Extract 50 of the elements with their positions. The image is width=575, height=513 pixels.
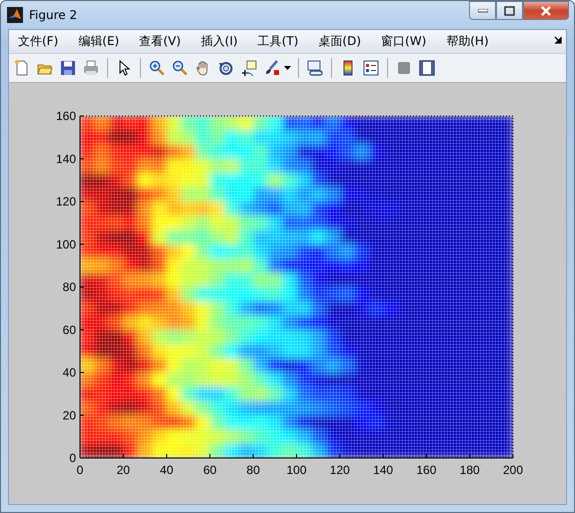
y-tick-label: 40 xyxy=(62,366,76,380)
x-tick-label: 40 xyxy=(160,463,174,477)
dock-arrow-icon[interactable] xyxy=(554,36,562,44)
menu-item[interactable]: 桌面(D) xyxy=(311,31,368,52)
close-button[interactable] xyxy=(523,1,569,20)
minimize-icon xyxy=(478,8,488,12)
window-title: Figure 2 xyxy=(29,8,78,22)
menu-item[interactable]: 查看(V) xyxy=(132,31,188,52)
y-tick-label: 120 xyxy=(56,194,76,208)
y-tick-label: 140 xyxy=(56,152,76,166)
minimize-button[interactable] xyxy=(469,1,496,20)
y-tick-label: 60 xyxy=(62,322,76,337)
y-tick-label: 80 xyxy=(62,280,76,294)
menu-item[interactable]: 窗口(W) xyxy=(374,31,434,52)
linked-plot-icon xyxy=(307,60,323,76)
x-tick-label: 80 xyxy=(246,463,260,477)
x-tick-label: 20 xyxy=(116,463,130,477)
y-tick-label: 160 xyxy=(56,109,76,123)
legend-icon xyxy=(363,60,379,76)
save-icon xyxy=(60,60,76,76)
data-cursor-icon xyxy=(241,60,257,76)
menu-item[interactable]: 插入(I) xyxy=(194,31,245,52)
show-tools-icon xyxy=(419,60,435,76)
hide-tools-icon xyxy=(396,60,412,76)
app-icon xyxy=(7,7,23,23)
x-tick-label: 100 xyxy=(286,463,307,477)
zoom-in-icon xyxy=(149,60,165,76)
x-tick-label: 180 xyxy=(460,463,480,477)
y-tick-label: 100 xyxy=(56,237,76,252)
x-tick-label: 60 xyxy=(203,463,217,477)
caret-icon xyxy=(284,66,291,70)
x-tick-label: 0 xyxy=(76,463,84,477)
zoom-out-icon xyxy=(172,60,188,76)
restore-button[interactable] xyxy=(496,1,523,20)
brush-icon xyxy=(264,60,280,76)
restore-icon xyxy=(504,6,515,16)
menu-item[interactable]: 文件(F) xyxy=(11,31,66,52)
printer-icon xyxy=(83,60,99,76)
menu-item[interactable]: 帮助(H) xyxy=(439,31,496,52)
new-file-icon xyxy=(14,60,30,76)
x-tick-label: 160 xyxy=(416,463,436,477)
close-icon xyxy=(540,6,552,16)
menu-item[interactable]: 编辑(E) xyxy=(71,31,126,52)
y-tick-label: 20 xyxy=(62,408,76,422)
rotate-icon xyxy=(218,60,234,76)
x-tick-label: 120 xyxy=(330,463,350,477)
x-tick-label: 140 xyxy=(373,463,394,477)
y-tick-label: 0 xyxy=(69,451,76,465)
menu-item[interactable]: 工具(T) xyxy=(250,31,306,52)
x-tick-label: 200 xyxy=(502,463,524,477)
